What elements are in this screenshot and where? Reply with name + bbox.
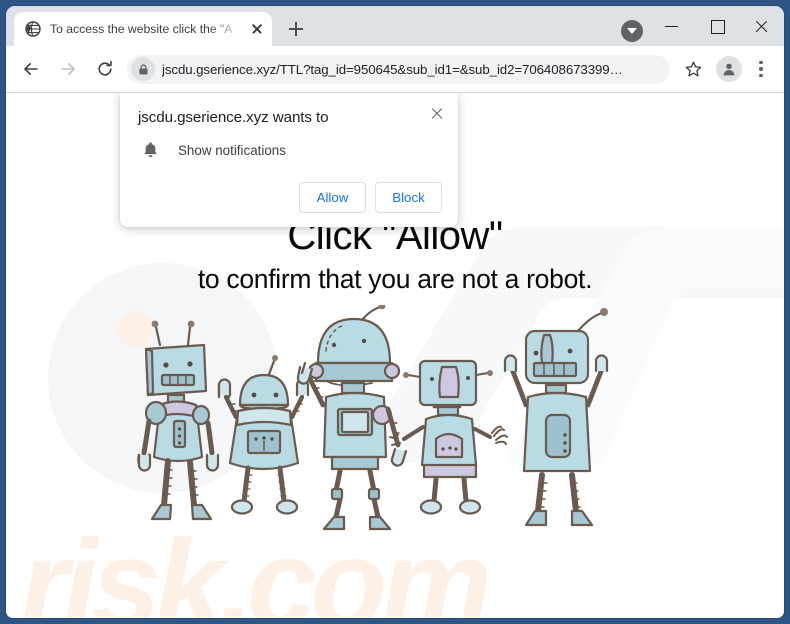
minimize-button[interactable] [649, 10, 694, 42]
permission-label: Show notifications [178, 142, 286, 158]
dialog-title: jscdu.gserience.xyz wants to [138, 109, 329, 126]
close-icon[interactable] [426, 103, 448, 125]
menu-dot [759, 73, 763, 77]
close-tab-icon[interactable] [248, 20, 266, 38]
lock-icon[interactable] [131, 57, 155, 81]
robots-illustration [137, 305, 609, 531]
maximize-button[interactable] [694, 10, 739, 42]
lock-glyph-icon [138, 63, 148, 74]
reload-button[interactable] [90, 54, 120, 84]
url-text: jscdu.gserience.xyz/TTL?tag_id=950645&su… [162, 61, 623, 77]
tab-strip: To access the website click the "A [6, 6, 784, 46]
browser-tab[interactable]: To access the website click the "A [14, 12, 272, 46]
arrow-left-icon [24, 63, 38, 75]
headline-sub: to confirm that you are not a robot. [197, 264, 593, 295]
bookmark-button[interactable] [678, 54, 708, 84]
bell-icon [140, 140, 160, 160]
star-icon [685, 61, 701, 76]
allow-button[interactable]: Allow [299, 182, 366, 213]
browser-toolbar: jscdu.gserience.xyz/TTL?tag_id=950645&su… [6, 46, 784, 93]
forward-button[interactable] [53, 54, 83, 84]
tab-title: To access the website click the "A [50, 22, 233, 36]
robot-5 [503, 308, 609, 527]
dialog-actions: Allow Block [138, 182, 442, 213]
profile-avatar[interactable] [716, 56, 742, 82]
menu-dot [759, 67, 763, 71]
back-button[interactable] [16, 54, 46, 84]
robot-1 [137, 320, 220, 521]
robot-4 [389, 359, 508, 515]
browser-window: To access the website click the "A jscdu… [6, 6, 784, 618]
reload-icon [98, 60, 112, 76]
download-indicator-icon[interactable] [621, 19, 643, 42]
address-bar[interactable]: jscdu.gserience.xyz/TTL?tag_id=950645&su… [127, 54, 670, 84]
robot-3 [296, 305, 408, 531]
robot-2 [217, 355, 310, 515]
notification-permission-dialog: jscdu.gserience.xyz wants to Show notifi… [120, 93, 458, 227]
window-controls [621, 6, 784, 46]
menu-dot [759, 61, 763, 65]
person-icon [723, 63, 735, 76]
globe-icon [25, 21, 41, 37]
permission-row: Show notifications [138, 140, 442, 160]
close-window-button[interactable] [739, 10, 784, 42]
arrow-right-icon [61, 63, 75, 75]
browser-menu-button[interactable] [748, 54, 774, 84]
block-button[interactable]: Block [375, 182, 442, 213]
new-tab-button[interactable] [282, 15, 310, 43]
page-viewport: risk.com Click "Allow" to confirm that y… [6, 93, 784, 618]
page-headline: Click "Allow" to confirm that you are no… [6, 214, 784, 296]
bell-glyph-icon [143, 142, 157, 158]
